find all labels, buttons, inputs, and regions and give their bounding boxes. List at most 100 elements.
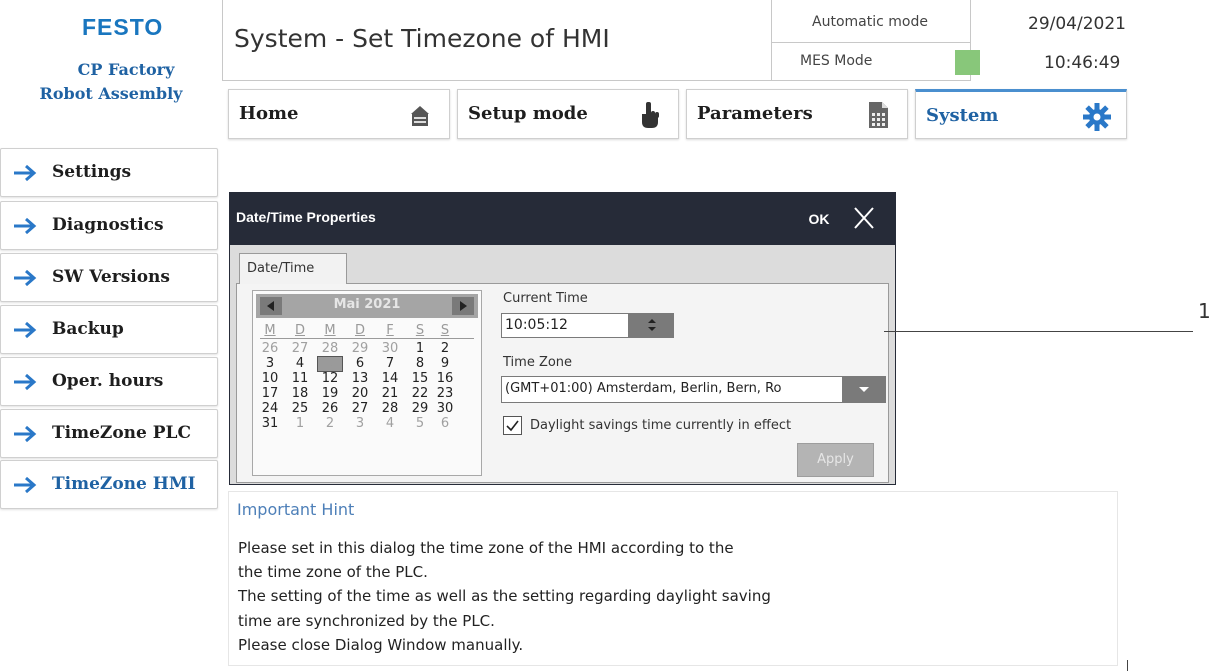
arrow-right-icon <box>14 425 37 443</box>
timezone-label: Time Zone <box>503 355 573 370</box>
calendar-week-row: 24 25 26 27 28 29 30 <box>260 401 474 417</box>
calendar-day[interactable]: 3 <box>260 356 280 371</box>
calendar-day[interactable]: 24 <box>260 401 280 416</box>
calendar-day[interactable]: 14 <box>380 371 400 386</box>
calendar-day[interactable]: 4 <box>380 416 400 431</box>
dst-checkbox[interactable] <box>503 416 522 435</box>
weekday-label: M <box>264 323 276 338</box>
calendar-day[interactable]: 26 <box>260 341 280 356</box>
timezone-dropdown-button[interactable] <box>842 376 886 403</box>
calendar-next-button[interactable] <box>452 297 474 315</box>
hint-line: the time zone of the PLC. <box>238 563 428 581</box>
ok-button[interactable]: OK <box>800 202 838 236</box>
calendar-day[interactable]: 23 <box>435 386 455 401</box>
calendar-day[interactable]: 7 <box>380 356 400 371</box>
calendar-day[interactable]: 18 <box>290 386 310 401</box>
sidebar-item-settings[interactable]: Settings <box>0 148 218 197</box>
sidebar-item-label: Diagnostics <box>52 215 164 235</box>
mes-mode-label: MES Mode <box>800 53 873 69</box>
calendar-day[interactable]: 9 <box>435 356 455 371</box>
calendar-day[interactable]: 10 <box>260 371 280 386</box>
calendar-day[interactable]: 1 <box>290 416 310 431</box>
weekday-label: M <box>324 323 336 338</box>
hint-title: Important Hint <box>237 500 355 519</box>
calendar-day[interactable]: 26 <box>320 401 340 416</box>
calendar-day[interactable]: 21 <box>380 386 400 401</box>
close-icon[interactable] <box>842 199 886 239</box>
arrow-right-icon <box>14 373 37 391</box>
calendar-day[interactable]: 28 <box>380 401 400 416</box>
calendar-day[interactable]: 5 <box>317 356 343 372</box>
calendar-day[interactable]: 30 <box>435 401 455 416</box>
arrow-right-icon <box>14 476 37 494</box>
calendar-day[interactable]: 4 <box>290 356 310 371</box>
timezone-value: (GMT+01:00) Amsterdam, Berlin, Bern, Ro <box>505 381 782 396</box>
calendar-day[interactable]: 2 <box>320 416 340 431</box>
calendar-day[interactable]: 20 <box>350 386 370 401</box>
logo-line-1: CP Factory <box>77 60 175 79</box>
current-time-value: 10:05:12 <box>505 317 568 333</box>
arrow-right-icon <box>14 217 37 235</box>
current-time-input[interactable]: 10:05:12 <box>501 313 632 338</box>
apply-button[interactable]: Apply <box>797 443 874 477</box>
weekday-label: D <box>354 323 365 338</box>
calendar-week-row: 10 11 12 13 14 15 16 <box>260 371 474 387</box>
sidebar-item-label: TimeZone HMI <box>52 474 196 494</box>
tab-date-time[interactable]: Date/Time <box>239 253 347 284</box>
header-date: 29/04/2021 <box>1028 14 1126 34</box>
tab-parameters[interactable]: Parameters <box>686 89 908 139</box>
calendar-day[interactable]: 31 <box>260 416 280 431</box>
calendar-day[interactable]: 2 <box>435 341 455 356</box>
sidebar-item-backup[interactable]: Backup <box>0 305 218 354</box>
calendar-prev-button[interactable] <box>260 297 282 315</box>
sidebar-item-timezone-plc[interactable]: TimeZone PLC <box>0 409 218 458</box>
sidebar-item-sw-versions[interactable]: SW Versions <box>0 253 218 302</box>
home-icon <box>411 106 429 126</box>
calendar-day[interactable]: 11 <box>290 371 310 386</box>
hint-line: time are synchronized by the PLC. <box>238 612 495 630</box>
calendar-day[interactable]: 22 <box>410 386 430 401</box>
arrow-right-icon <box>14 321 37 339</box>
calendar-week-row: 31 1 2 3 4 5 6 <box>260 416 474 432</box>
tab-home[interactable]: Home <box>228 89 450 139</box>
calendar-day[interactable]: 27 <box>290 341 310 356</box>
calendar-day[interactable]: 28 <box>320 341 340 356</box>
calendar-day[interactable]: 6 <box>350 356 370 371</box>
festo-logo: FESTO CP Factory Robot Assembly <box>0 0 222 110</box>
calendar-day[interactable]: 13 <box>350 371 370 386</box>
weekday-label: S <box>440 323 450 338</box>
calendar-day[interactable]: 6 <box>435 416 455 431</box>
calendar-day[interactable]: 19 <box>320 386 340 401</box>
calendar-week-row: 26 27 28 29 30 1 2 <box>260 341 474 357</box>
spin-up-icon <box>648 319 656 323</box>
calendar-day[interactable]: 27 <box>350 401 370 416</box>
calendar-day[interactable]: 1 <box>410 341 430 356</box>
callout-line <box>884 331 1193 332</box>
calendar-day[interactable]: 29 <box>410 401 430 416</box>
timezone-select[interactable]: (GMT+01:00) Amsterdam, Berlin, Bern, Ro <box>501 376 845 403</box>
weekday-label: D <box>294 323 305 338</box>
tab-setup-mode-label: Setup mode <box>468 103 588 124</box>
sidebar-item-diagnostics[interactable]: Diagnostics <box>0 201 218 250</box>
sidebar-item-timezone-hmi[interactable]: TimeZone HMI <box>0 460 218 509</box>
callout-number: 1 <box>1198 299 1211 323</box>
calendar-day[interactable]: 12 <box>320 371 340 386</box>
hint-line: Please set in this dialog the time zone … <box>238 539 734 557</box>
calendar-day[interactable]: 30 <box>380 341 400 356</box>
calendar-day[interactable]: 29 <box>350 341 370 356</box>
time-spinner[interactable] <box>628 313 674 338</box>
calendar-day[interactable]: 3 <box>350 416 370 431</box>
dialog-title: Date/Time Properties <box>236 209 376 225</box>
tab-system[interactable]: System <box>915 89 1127 139</box>
header-divider <box>222 0 223 80</box>
sidebar-item-oper-hours[interactable]: Oper. hours <box>0 357 218 406</box>
calendar-day[interactable]: 15 <box>410 371 430 386</box>
calendar-day[interactable]: 8 <box>410 356 430 371</box>
tab-setup-mode[interactable]: Setup mode <box>457 89 679 139</box>
hint-line: Please close Dialog Window manually. <box>238 636 524 654</box>
calendar-day[interactable]: 16 <box>435 371 455 386</box>
calendar-day[interactable]: 17 <box>260 386 280 401</box>
calendar-day[interactable]: 25 <box>290 401 310 416</box>
tab-date-time-label: Date/Time <box>247 261 315 276</box>
calendar-day[interactable]: 5 <box>410 416 430 431</box>
